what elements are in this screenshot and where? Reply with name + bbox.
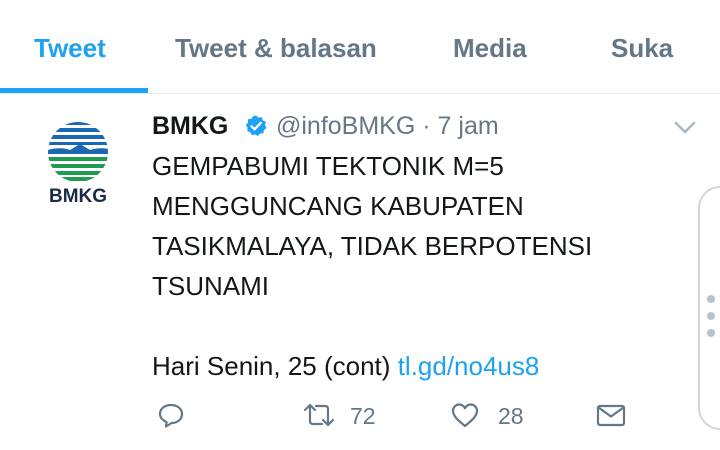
reply-icon[interactable] bbox=[157, 401, 185, 429]
tweet-text-line-4: TSUNAMI bbox=[152, 271, 269, 301]
heart-icon[interactable] bbox=[450, 401, 480, 429]
like-count: 28 bbox=[498, 403, 524, 429]
active-tab-indicator bbox=[0, 88, 148, 93]
chevron-down-icon[interactable] bbox=[672, 118, 698, 138]
handle-dot bbox=[707, 329, 715, 337]
author-handle[interactable]: @infoBMKG bbox=[276, 112, 415, 140]
tweet-link[interactable]: tl.gd/no4us8 bbox=[398, 351, 540, 381]
retweet-count: 72 bbox=[350, 403, 376, 429]
avatar-text: BMKG bbox=[49, 186, 107, 206]
retweet-icon[interactable] bbox=[302, 401, 336, 429]
tweet-text-date: Hari Senin, 25 (cont) bbox=[152, 351, 391, 381]
handle-dot bbox=[707, 312, 715, 320]
tweet-text-line-5: Hari Senin, 25 (cont) tl.gd/no4us8 bbox=[152, 346, 632, 386]
tab-media[interactable]: Media bbox=[453, 30, 527, 66]
edge-scroll-handle[interactable] bbox=[698, 186, 720, 430]
separator-dot: · bbox=[422, 112, 431, 140]
tweet-text-line-3: TASIKMALAYA, TIDAK BERPOTENSI bbox=[152, 231, 593, 261]
tweet-text-gap bbox=[152, 306, 632, 346]
author-name[interactable]: BMKG bbox=[152, 110, 228, 142]
tab-suka[interactable]: Suka bbox=[611, 30, 673, 66]
verified-badge-icon bbox=[245, 115, 267, 136]
tweet-text: GEMPABUMI TEKTONIK M=5 MENGGUNCANG KABUP… bbox=[152, 146, 632, 386]
tweet-text-line-2: MENGGUNCANG KABUPATEN bbox=[152, 191, 524, 221]
tweet-time[interactable]: 7 jam bbox=[438, 112, 499, 140]
tab-tweet[interactable]: Tweet bbox=[34, 30, 106, 66]
tab-tweet-balasan[interactable]: Tweet & balasan bbox=[175, 30, 377, 66]
bmkg-logo-icon: BMKG bbox=[48, 122, 108, 207]
handle-dot bbox=[707, 295, 715, 303]
envelope-icon[interactable] bbox=[595, 401, 627, 429]
tweet-text-line-1: GEMPABUMI TEKTONIK M=5 bbox=[152, 151, 504, 181]
avatar[interactable]: BMKG bbox=[40, 118, 116, 207]
author-handle-and-time: @infoBMKG · 7 jam bbox=[276, 110, 499, 142]
profile-tabs: Tweet Tweet & balasan Media Suka bbox=[0, 0, 720, 94]
